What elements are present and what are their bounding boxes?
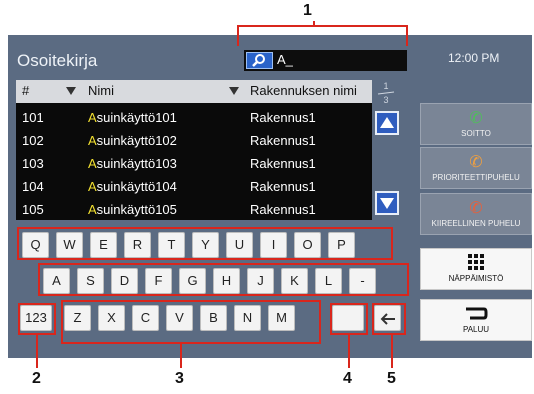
row-number: 103: [22, 156, 44, 171]
column-number[interactable]: #: [22, 83, 29, 98]
sort-number-icon[interactable]: [66, 87, 76, 95]
row-name: Asuinkäyttö105: [88, 202, 177, 217]
row-name: Asuinkäyttö102: [88, 133, 177, 148]
phone-icon: ✆: [469, 110, 483, 127]
name-rest: suinkäyttö104: [96, 179, 177, 194]
search-input[interactable]: A_: [277, 52, 293, 67]
keyboard-outline: [17, 227, 393, 260]
row-building: Rakennus1: [250, 202, 316, 217]
keypad-grid-icon: [421, 254, 531, 275]
name-match-highlight: A: [88, 202, 97, 217]
name-rest: suinkäyttö102: [96, 133, 177, 148]
name-rest: suinkäyttö103: [96, 156, 177, 171]
row-number: 104: [22, 179, 44, 194]
priority-call-label: PRIORITEETTIPUHELU: [432, 173, 520, 182]
row-building: Rakennus1: [250, 133, 316, 148]
row-building: Rakennus1: [250, 179, 316, 194]
scroll-down-button[interactable]: [375, 191, 399, 215]
page-total: 3: [383, 95, 389, 105]
keypad-button[interactable]: NÄPPÄIMISTÖ: [420, 248, 532, 290]
row-building: Rakennus1: [250, 110, 316, 125]
call-button[interactable]: ✆ SOITTO: [420, 103, 532, 145]
back-button[interactable]: PALUU: [420, 299, 532, 341]
search-icon[interactable]: [246, 52, 273, 69]
keypad-label: NÄPPÄIMISTÖ: [448, 274, 504, 283]
table-row[interactable]: 104 Asuinkäyttö104 Rakennus1: [16, 175, 372, 198]
return-arrow-icon: [421, 306, 531, 325]
callout-4: 4: [343, 370, 352, 387]
callout-3: 3: [175, 370, 184, 387]
callout-2: 2: [32, 370, 41, 387]
sort-name-icon[interactable]: [229, 87, 239, 95]
callout-3-leader: [180, 344, 182, 368]
name-match-highlight: A: [88, 179, 97, 194]
page-indicator: 1 3: [372, 80, 400, 105]
row-name: Asuinkäyttö101: [88, 110, 177, 125]
search-field[interactable]: A_: [244, 50, 407, 71]
arrow-up-icon: [380, 117, 394, 128]
row-number: 102: [22, 133, 44, 148]
name-rest: suinkäyttö105: [96, 202, 177, 217]
key-123-outline: [18, 303, 56, 335]
callout-5: 5: [387, 370, 396, 387]
name-match-highlight: A: [88, 156, 97, 171]
key-backspace-outline: [372, 303, 406, 335]
key-space-outline: [330, 303, 368, 335]
row-name: Asuinkäyttö104: [88, 179, 177, 194]
callout-4-leader: [348, 335, 350, 368]
callout-1-bracket-left: [237, 25, 239, 46]
phone-icon: ✆: [469, 200, 483, 217]
address-table: # Nimi Rakennuksen nimi 101 Asuinkäyttö1…: [16, 80, 372, 220]
callout-1-leader: [313, 21, 315, 26]
arrow-down-icon: [380, 198, 394, 209]
callout-1-bracket-top: [237, 25, 408, 27]
page-title: Osoitekirja: [17, 51, 98, 70]
row-name: Asuinkäyttö103: [88, 156, 177, 171]
name-rest: suinkäyttö101: [96, 110, 177, 125]
clock: 12:00 PM: [448, 51, 500, 65]
keyboard-outline-bottom: [61, 300, 321, 344]
scroll-up-button[interactable]: [375, 111, 399, 135]
table-row[interactable]: 105 Asuinkäyttö105 Rakennus1: [16, 198, 372, 221]
phone-icon: ✆: [469, 154, 483, 171]
table-row[interactable]: 102 Asuinkäyttö102 Rakennus1: [16, 129, 372, 152]
column-building[interactable]: Rakennuksen nimi: [250, 83, 357, 98]
row-number: 101: [22, 110, 44, 125]
callout-1: 1: [303, 2, 312, 19]
name-match-highlight: A: [88, 110, 97, 125]
row-number: 105: [22, 202, 44, 217]
table-row[interactable]: 103 Asuinkäyttö103 Rakennus1: [16, 152, 372, 175]
name-match-highlight: A: [88, 133, 97, 148]
keyboard-outline-mid: [38, 263, 409, 296]
call-label: SOITTO: [461, 129, 491, 138]
page-current: 1: [383, 81, 389, 91]
row-building: Rakennus1: [250, 156, 316, 171]
callout-1-bracket-right: [406, 25, 408, 46]
callout-2-leader: [36, 335, 38, 368]
table-row[interactable]: 101 Asuinkäyttö101 Rakennus1: [16, 106, 372, 129]
callout-5-leader: [391, 335, 393, 368]
back-label: PALUU: [462, 325, 490, 334]
urgent-call-button[interactable]: ✆ KIIREELLINEN PUHELU: [420, 193, 532, 235]
column-name[interactable]: Nimi: [88, 83, 114, 98]
urgent-call-label: KIIREELLINEN PUHELU: [431, 219, 521, 228]
priority-call-button[interactable]: ✆ PRIORITEETTIPUHELU: [420, 147, 532, 189]
table-header: # Nimi Rakennuksen nimi: [16, 80, 372, 103]
